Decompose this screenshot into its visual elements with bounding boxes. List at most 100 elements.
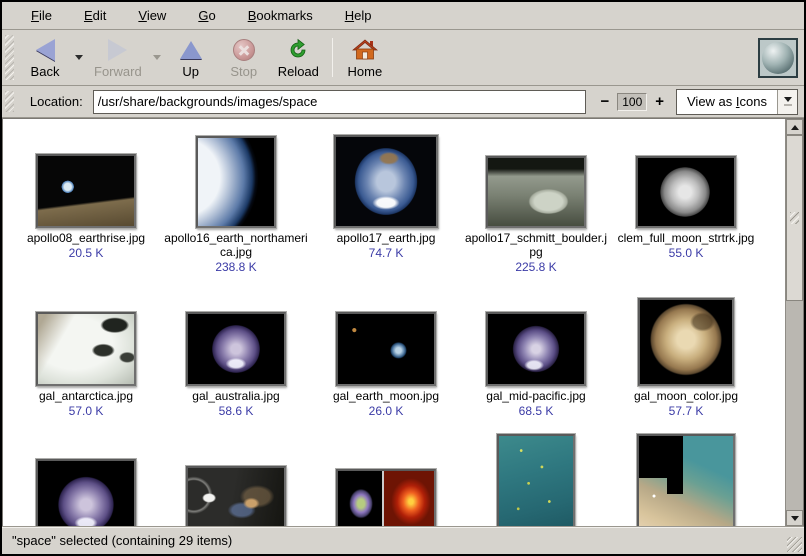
file-size: 68.5 K [519, 404, 554, 419]
zoom-level-indicator[interactable]: 100 [617, 93, 647, 111]
file-name: clem_full_moon_strtrk.jpg [618, 231, 755, 245]
file-item-row3-3[interactable] [311, 426, 461, 526]
stop-button[interactable]: Stop [218, 33, 270, 83]
file-item-row3-5[interactable] [611, 426, 761, 526]
status-bar: "space" selected (containing 29 items) [2, 526, 804, 554]
forward-button[interactable]: Forward [87, 33, 149, 83]
home-icon [352, 36, 378, 64]
file-name: apollo17_schmitt_boulder.jpg [462, 231, 610, 259]
file-name: gal_mid-pacific.jpg [486, 389, 585, 403]
file-manager-window: File Edit View Go Bookmarks Help Back Fo… [0, 0, 806, 556]
file-item-apollo08-earthrise[interactable]: apollo08_earthrise.jpg 20.5 K [11, 138, 161, 275]
menu-go-label: Go [198, 8, 215, 23]
file-thumbnail[interactable] [334, 135, 438, 228]
throbber[interactable] [758, 38, 798, 78]
icons-area: apollo08_earthrise.jpg 20.5 K apollo16_e… [3, 119, 785, 526]
toolbar-grip[interactable] [5, 35, 14, 80]
menu-file-label: File [31, 8, 52, 23]
file-item-row3-4[interactable] [461, 426, 611, 526]
forward-dropdown-arrow[interactable] [150, 33, 164, 83]
file-item-gal-earth-moon[interactable]: gal_earth_moon.jpg 26.0 K [311, 294, 461, 419]
file-size: 74.7 K [369, 246, 404, 261]
scroll-up-button[interactable] [786, 119, 803, 135]
view-as-label: View as Icons [677, 90, 777, 114]
file-name: apollo08_earthrise.jpg [27, 231, 145, 245]
zoom-controls: − 100 + [598, 93, 666, 111]
file-name: gal_antarctica.jpg [39, 389, 133, 403]
stop-label: Stop [230, 64, 257, 80]
file-thumbnail[interactable] [336, 469, 436, 526]
up-icon [180, 36, 202, 64]
view-as-post: cons [740, 94, 767, 109]
file-item-gal-antarctica[interactable]: gal_antarctica.jpg 57.0 K [11, 294, 161, 419]
file-item-gal-mid-pacific[interactable]: gal_mid-pacific.jpg 68.5 K [461, 294, 611, 419]
file-item-row3-1[interactable] [11, 426, 161, 526]
file-item-row3-2[interactable] [161, 426, 311, 526]
location-bar: Location: − 100 + View as Icons [2, 86, 804, 118]
scroll-down-button[interactable] [786, 510, 803, 526]
menu-go[interactable]: Go [183, 3, 230, 28]
vertical-scrollbar[interactable] [785, 119, 803, 526]
file-item-apollo17-earth[interactable]: apollo17_earth.jpg 74.7 K [311, 138, 461, 275]
file-size: 57.0 K [69, 404, 104, 419]
file-thumbnail[interactable] [36, 459, 136, 526]
toolbar-separator [332, 38, 333, 77]
file-thumbnail[interactable] [486, 312, 586, 386]
file-size: 20.5 K [69, 246, 104, 261]
back-dropdown-arrow[interactable] [72, 33, 86, 83]
file-item-gal-moon-color[interactable]: gal_moon_color.jpg 57.7 K [611, 294, 761, 419]
file-item-gal-australia[interactable]: gal_australia.jpg 58.6 K [161, 294, 311, 419]
file-thumbnail[interactable] [36, 154, 136, 228]
file-size: 26.0 K [369, 404, 404, 419]
zoom-in-button[interactable]: + [653, 95, 666, 109]
arrow-down-icon [791, 516, 799, 521]
view-as-combo[interactable]: View as Icons [676, 89, 798, 115]
file-size: 55.0 K [669, 246, 704, 261]
resize-grip[interactable] [787, 537, 802, 552]
menu-bar: File Edit View Go Bookmarks Help [2, 2, 804, 30]
file-thumbnail[interactable] [486, 156, 586, 228]
arrow-up-icon [791, 125, 799, 130]
menu-view[interactable]: View [123, 3, 181, 28]
file-size: 238.8 K [215, 260, 256, 275]
file-thumbnail[interactable] [36, 312, 136, 386]
throbber-sphere-icon [762, 42, 794, 74]
menu-view-label: View [138, 8, 166, 23]
menu-bookmarks-label: Bookmarks [248, 8, 313, 23]
file-thumbnail[interactable] [196, 136, 276, 228]
scrollbar-thumb[interactable] [786, 135, 803, 301]
file-thumbnail[interactable] [336, 312, 436, 386]
chevron-down-icon [784, 97, 792, 102]
home-label: Home [348, 64, 383, 80]
file-thumbnail[interactable] [636, 156, 736, 228]
file-thumbnail[interactable] [637, 434, 735, 526]
reload-label: Reload [278, 64, 319, 80]
file-item-clem-full-moon[interactable]: clem_full_moon_strtrk.jpg 55.0 K [611, 138, 761, 275]
view-as-dropdown-button[interactable] [777, 90, 797, 114]
menu-help[interactable]: Help [330, 3, 387, 28]
icon-view[interactable]: apollo08_earthrise.jpg 20.5 K apollo16_e… [2, 118, 804, 526]
up-label: Up [182, 64, 199, 80]
location-bar-grip[interactable] [5, 91, 14, 112]
file-name: gal_moon_color.jpg [634, 389, 738, 403]
menu-file[interactable]: File [16, 3, 67, 28]
zoom-out-button[interactable]: − [598, 95, 611, 109]
file-item-apollo17-schmitt-boulder[interactable]: apollo17_schmitt_boulder.jpg 225.8 K [461, 138, 611, 275]
home-button[interactable]: Home [339, 33, 391, 83]
menu-bookmarks[interactable]: Bookmarks [233, 3, 328, 28]
menu-edit-label: Edit [84, 8, 106, 23]
file-item-apollo16-earth-northamerica[interactable]: apollo16_earth_northamerica.jpg 238.8 K [161, 138, 311, 275]
reload-button[interactable]: Reload [271, 33, 326, 83]
file-thumbnail[interactable] [497, 434, 575, 526]
file-name: gal_earth_moon.jpg [333, 389, 439, 403]
back-label: Back [31, 64, 60, 80]
file-thumbnail[interactable] [638, 298, 734, 386]
view-as-pre: View as [687, 94, 736, 109]
file-thumbnail[interactable] [186, 312, 286, 386]
up-button[interactable]: Up [165, 33, 217, 83]
file-size: 58.6 K [219, 404, 254, 419]
location-input[interactable] [93, 90, 587, 114]
menu-edit[interactable]: Edit [69, 3, 121, 28]
back-button[interactable]: Back [19, 33, 71, 83]
file-thumbnail[interactable] [186, 466, 286, 526]
